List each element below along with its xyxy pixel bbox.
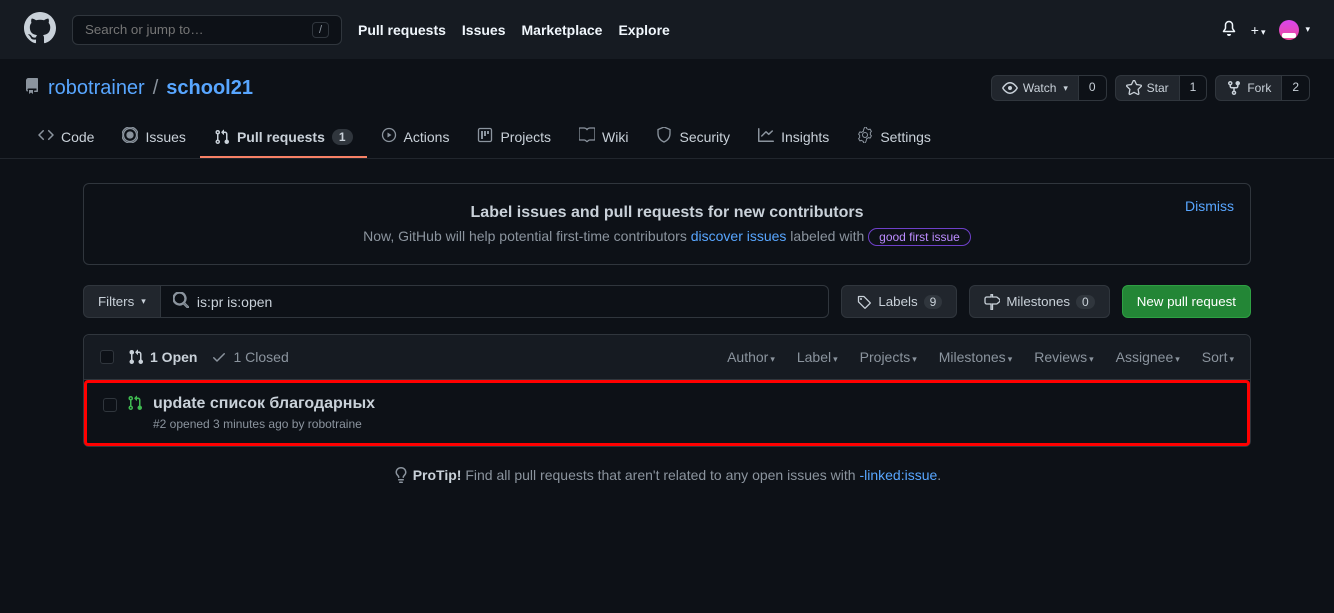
tab-security[interactable]: Security <box>642 117 744 158</box>
banner-text: Now, GitHub will help potential first-ti… <box>104 228 1230 244</box>
select-all-checkbox[interactable] <box>100 350 114 364</box>
assignee-dropdown[interactable]: Assignee▾ <box>1116 349 1180 365</box>
watch-count[interactable]: 0 <box>1079 75 1107 101</box>
repo-icon <box>24 77 40 100</box>
milestones-dropdown[interactable]: Milestones▾ <box>939 349 1012 365</box>
add-menu[interactable]: +▾ <box>1251 22 1266 38</box>
tab-pulls[interactable]: Pull requests1 <box>200 117 367 158</box>
github-logo-icon[interactable] <box>24 12 56 47</box>
good-first-issue-label[interactable]: good first issue <box>868 228 971 246</box>
banner-title: Label issues and pull requests for new c… <box>104 204 1230 222</box>
filter-row: Filters▾ Labels9 Milestones0 New pull re… <box>83 285 1251 318</box>
label-dropdown[interactable]: Label▾ <box>797 349 838 365</box>
star-button[interactable]: Star <box>1115 75 1180 101</box>
repo-title: robotrainer / school21 <box>24 77 253 100</box>
protip-link[interactable]: -linked:issue <box>859 467 937 483</box>
notifications-icon[interactable] <box>1221 20 1237 39</box>
tab-actions[interactable]: Actions <box>367 117 464 158</box>
header-right: +▾ ▾ <box>1221 20 1310 40</box>
open-filter[interactable]: 1 Open <box>128 349 197 365</box>
tab-settings[interactable]: Settings <box>843 117 945 158</box>
labels-button[interactable]: Labels9 <box>841 285 957 318</box>
nav-marketplace[interactable]: Marketplace <box>522 22 603 38</box>
repo-tabs: Code Issues Pull requests1 Actions Proje… <box>0 117 1334 159</box>
owner-link[interactable]: robotrainer <box>48 77 145 100</box>
repo-header: robotrainer / school21 Watch▾ 0 Star 1 F… <box>0 59 1334 101</box>
fork-button[interactable]: Fork <box>1215 75 1282 101</box>
issue-meta: #2 opened 3 minutes ago by robotraine <box>153 417 375 431</box>
pull-request-icon <box>127 395 143 431</box>
global-header: / Pull requests Issues Marketplace Explo… <box>0 0 1334 59</box>
protip: ProTip! Find all pull requests that aren… <box>83 467 1251 483</box>
nav-pulls[interactable]: Pull requests <box>358 22 446 38</box>
sort-dropdown[interactable]: Sort▾ <box>1202 349 1234 365</box>
tab-code[interactable]: Code <box>24 117 108 158</box>
nav-explore[interactable]: Explore <box>618 22 669 38</box>
filter-input-wrapper[interactable] <box>161 285 830 318</box>
reviews-dropdown[interactable]: Reviews▾ <box>1034 349 1093 365</box>
search-icon <box>173 292 189 311</box>
search-input[interactable] <box>85 22 312 37</box>
header-nav: Pull requests Issues Marketplace Explore <box>358 22 670 38</box>
slash-hint: / <box>312 22 329 38</box>
tab-projects[interactable]: Projects <box>463 117 565 158</box>
repo-actions: Watch▾ 0 Star 1 Fork 2 <box>991 75 1310 101</box>
issue-title[interactable]: update список благодарных <box>153 395 375 412</box>
projects-dropdown[interactable]: Projects▾ <box>860 349 917 365</box>
list-header: 1 Open 1 Closed Author▾ Label▾ Projects▾… <box>84 335 1250 380</box>
watch-button[interactable]: Watch▾ <box>991 75 1079 101</box>
avatar-icon <box>1279 20 1299 40</box>
lightbulb-icon <box>393 467 409 483</box>
pulls-count-badge: 1 <box>332 129 353 145</box>
global-search[interactable]: / <box>72 15 342 45</box>
filter-query-input[interactable] <box>197 294 817 310</box>
highlighted-row: update список благодарных #2 opened 3 mi… <box>84 380 1250 446</box>
contributor-banner: Dismiss Label issues and pull requests f… <box>83 183 1251 265</box>
tab-wiki[interactable]: Wiki <box>565 117 642 158</box>
issues-list: 1 Open 1 Closed Author▾ Label▾ Projects▾… <box>83 334 1251 447</box>
row-checkbox[interactable] <box>103 398 117 412</box>
dismiss-link[interactable]: Dismiss <box>1185 198 1234 214</box>
new-pr-button[interactable]: New pull request <box>1122 285 1251 318</box>
tab-issues[interactable]: Issues <box>108 117 199 158</box>
issue-row[interactable]: update список благодарных #2 opened 3 mi… <box>87 383 1247 443</box>
repo-link[interactable]: school21 <box>166 77 253 100</box>
closed-filter[interactable]: 1 Closed <box>211 349 288 365</box>
star-count[interactable]: 1 <box>1180 75 1208 101</box>
author-dropdown[interactable]: Author▾ <box>727 349 775 365</box>
nav-issues[interactable]: Issues <box>462 22 506 38</box>
separator: / <box>153 77 159 100</box>
discover-link[interactable]: discover issues <box>691 228 787 244</box>
user-menu[interactable]: ▾ <box>1279 20 1310 40</box>
milestones-button[interactable]: Milestones0 <box>969 285 1109 318</box>
tab-insights[interactable]: Insights <box>744 117 843 158</box>
fork-count[interactable]: 2 <box>1282 75 1310 101</box>
filters-button[interactable]: Filters▾ <box>83 285 161 318</box>
